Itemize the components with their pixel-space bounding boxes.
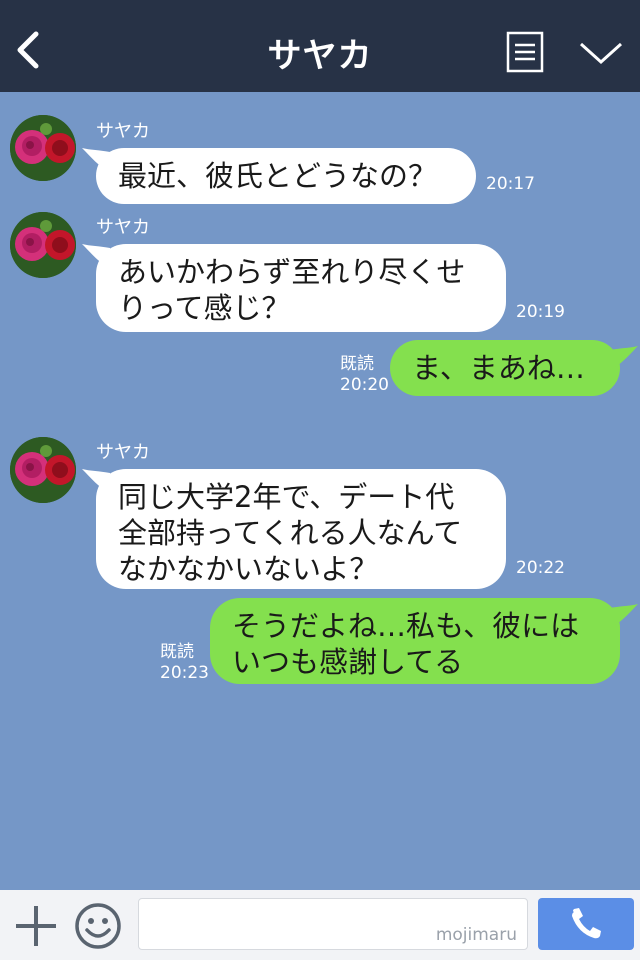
bubble-tail bbox=[610, 604, 638, 628]
bubble-tail bbox=[610, 346, 638, 370]
more-options-button[interactable] bbox=[578, 38, 624, 68]
avatar[interactable] bbox=[10, 437, 76, 503]
avatar[interactable] bbox=[10, 115, 76, 181]
read-label: 既読 bbox=[160, 642, 194, 662]
message-time: 20:20 bbox=[340, 375, 389, 395]
message-time: 20:23 bbox=[160, 663, 209, 683]
outgoing-message[interactable]: そうだよね…私も、彼には いつも感謝してる bbox=[210, 598, 620, 684]
incoming-message[interactable]: 最近、彼氏とどうなの？ bbox=[96, 148, 476, 204]
plus-icon bbox=[16, 906, 56, 946]
chat-title: サヤカ bbox=[267, 36, 373, 76]
input-bar: mojimaru bbox=[0, 890, 640, 960]
emoji-button[interactable] bbox=[74, 902, 122, 950]
rose-avatar-icon bbox=[10, 115, 76, 181]
call-button[interactable] bbox=[538, 898, 634, 950]
rose-avatar-icon bbox=[10, 212, 76, 278]
incoming-message[interactable]: あいかわらず至れり尽くせ りって感じ？ bbox=[96, 244, 506, 332]
message-time: 20:17 bbox=[486, 174, 535, 194]
read-label: 既読 bbox=[340, 354, 374, 374]
message-time: 20:19 bbox=[516, 302, 565, 322]
watermark: mojimaru bbox=[435, 925, 517, 945]
message-input[interactable]: mojimaru bbox=[138, 898, 528, 950]
menu-button[interactable] bbox=[506, 31, 544, 73]
avatar[interactable] bbox=[10, 212, 76, 278]
read-receipt: 既読 20:23 bbox=[160, 642, 209, 684]
message-time: 20:22 bbox=[516, 558, 565, 578]
sender-name: サヤカ bbox=[96, 121, 150, 142]
read-receipt: 既読 20:20 bbox=[340, 354, 389, 396]
smiley-icon bbox=[75, 903, 121, 949]
sender-name: サヤカ bbox=[96, 442, 150, 463]
back-button[interactable] bbox=[14, 30, 44, 70]
rose-avatar-icon bbox=[10, 437, 76, 503]
list-icon bbox=[506, 31, 544, 73]
incoming-message[interactable]: 同じ大学2年で、デート代 全部持ってくれる人なんて なかなかいないよ？ bbox=[96, 469, 506, 589]
sender-name: サヤカ bbox=[96, 217, 150, 238]
chevron-left-icon bbox=[17, 31, 39, 69]
phone-icon bbox=[572, 908, 601, 939]
chat-header: サヤカ bbox=[0, 0, 640, 92]
chevron-down-icon bbox=[579, 42, 623, 65]
attach-button[interactable] bbox=[14, 904, 58, 948]
outgoing-message[interactable]: ま、まあね… bbox=[390, 340, 620, 396]
